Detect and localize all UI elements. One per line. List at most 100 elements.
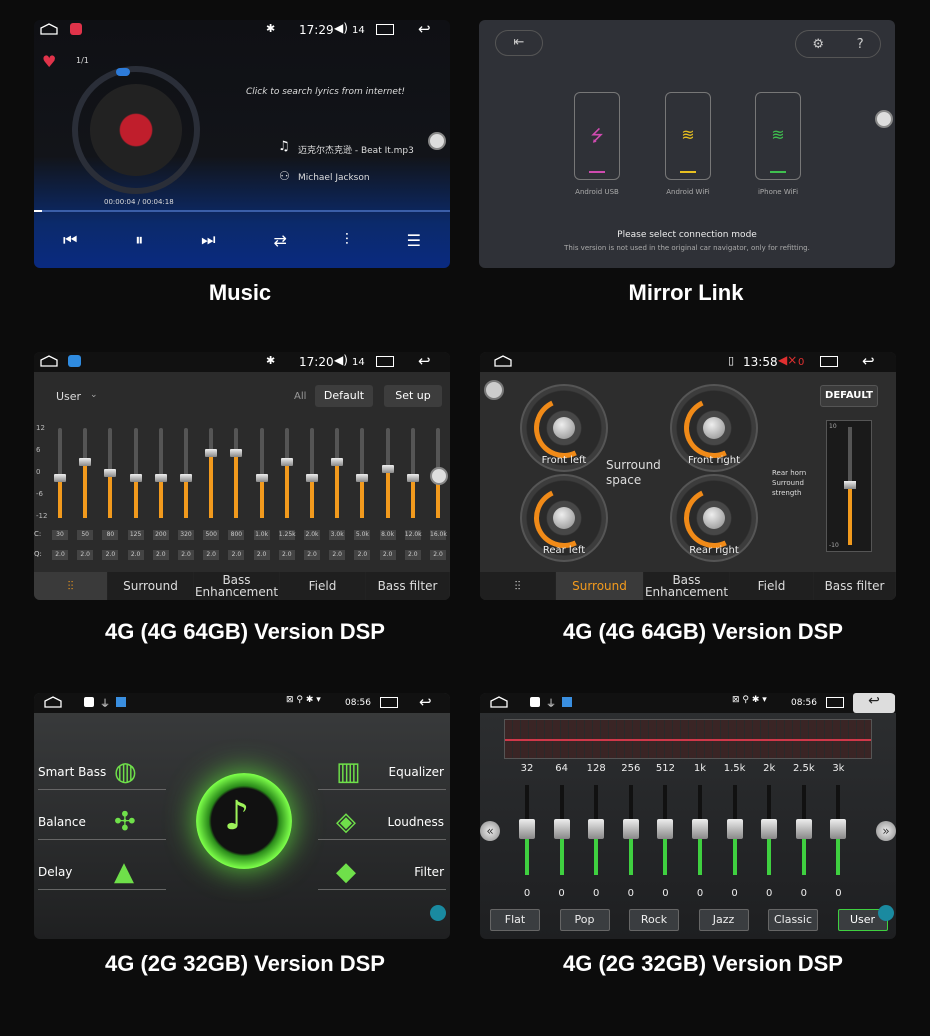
freq-cell[interactable]: 50 [77, 530, 94, 540]
tab-surround[interactable]: Surround [556, 572, 644, 600]
setup-button[interactable]: Set up [384, 385, 442, 407]
gauge-rear-left[interactable]: Rear left [520, 474, 608, 562]
dsp-app-icon[interactable] [68, 355, 81, 367]
menu-item-loudness[interactable]: Loudness [387, 815, 444, 829]
band-slider[interactable] [255, 428, 268, 518]
slider-knob[interactable] [795, 819, 812, 839]
slider-knob[interactable] [356, 473, 369, 482]
band-slider[interactable] [306, 428, 318, 518]
freq-cell[interactable]: 12.0k [404, 530, 422, 540]
tab-field[interactable]: Field [730, 572, 814, 600]
q-cell[interactable]: 2.0 [404, 550, 421, 560]
assistive-touch-button[interactable] [430, 467, 448, 485]
settings-icon[interactable]: ⚙ [812, 37, 824, 52]
playlist-icon[interactable]: ☰ [407, 231, 421, 250]
slider-knob[interactable] [830, 819, 847, 839]
tab-equalizer[interactable]: ⫶⫶ [34, 572, 108, 600]
freq-cell[interactable]: 2.0k [304, 530, 320, 540]
preset-pop[interactable]: Pop [559, 909, 610, 931]
freq-cell[interactable]: 500 [203, 530, 220, 540]
freq-cell[interactable]: 1.25k [278, 530, 296, 540]
home-icon[interactable] [40, 355, 58, 370]
gauge-rear-right[interactable]: Rear right [670, 474, 758, 562]
balance-icon[interactable]: ✣ [114, 807, 136, 837]
slider-knob[interactable] [306, 473, 318, 482]
slider-knob[interactable] [79, 458, 92, 467]
connection-option[interactable]: ≋ [665, 92, 711, 180]
tab-field[interactable]: Field [280, 572, 366, 600]
tab-equalizer[interactable]: ⫶⫶ [480, 572, 556, 600]
assistive-touch-button[interactable] [430, 905, 446, 921]
recent-apps-icon[interactable] [380, 697, 398, 708]
preset-rock[interactable]: Rock [629, 909, 679, 931]
scroll-right-icon[interactable]: » [876, 821, 896, 841]
band-slider[interactable] [104, 428, 117, 518]
tab-bass-enhancement[interactable]: Bass Enhancement [644, 572, 730, 600]
slider-knob[interactable] [588, 819, 605, 839]
equalizer-icon[interactable]: ▥ [336, 757, 361, 787]
freq-cell[interactable]: 200 [152, 530, 169, 540]
filter-icon[interactable]: ◆ [336, 857, 356, 887]
q-cell[interactable]: 2.0 [77, 550, 94, 560]
slider-knob[interactable] [381, 464, 394, 473]
default-button[interactable]: Default [315, 385, 373, 407]
recent-apps-icon[interactable] [376, 24, 394, 35]
q-cell[interactable]: 2.0 [152, 550, 169, 560]
assistive-touch-button[interactable] [878, 905, 894, 921]
q-cell[interactable]: 2.0 [278, 550, 295, 560]
q-cell[interactable]: 2.0 [329, 550, 346, 560]
slider-knob[interactable] [406, 473, 419, 482]
q-cell[interactable]: 2.0 [379, 550, 396, 560]
bass-icon[interactable]: ◍ [114, 757, 137, 787]
tab-surround[interactable]: Surround [108, 572, 194, 600]
slider-knob[interactable] [726, 819, 743, 839]
q-cell[interactable]: 2.0 [253, 550, 270, 560]
q-cell[interactable]: 2.0 [203, 550, 220, 560]
preset-jazz[interactable]: Jazz [698, 909, 749, 931]
band-slider[interactable] [381, 428, 394, 518]
recent-apps-icon[interactable] [826, 697, 844, 708]
rear-strength-slider[interactable]: 10 -10 [826, 420, 872, 552]
q-cell[interactable]: 2.0 [52, 550, 68, 560]
connection-option[interactable]: ⭍ [574, 92, 620, 180]
slider-knob[interactable] [657, 819, 674, 839]
back-icon[interactable]: ↩ [418, 20, 431, 38]
loudness-icon[interactable]: ◈ [336, 807, 356, 837]
q-cell[interactable]: 2.0 [304, 550, 320, 560]
next-icon[interactable]: ⏭ [201, 230, 215, 250]
band-slider[interactable] [230, 428, 243, 518]
freq-cell[interactable]: 125 [127, 530, 144, 540]
band-slider[interactable] [180, 428, 192, 518]
band-slider[interactable] [54, 428, 66, 518]
menu-item-filter[interactable]: Filter [414, 865, 444, 879]
band-slider[interactable] [154, 428, 167, 518]
chevron-down-icon[interactable]: ⌄ [90, 390, 98, 400]
previous-icon[interactable]: ⏮ [63, 230, 77, 250]
default-button[interactable]: DEFAULT [820, 385, 878, 407]
exit-button[interactable]: ⇤ [495, 30, 543, 56]
q-cell[interactable]: 2.0 [102, 550, 119, 560]
q-cell[interactable]: 2.0 [228, 550, 245, 560]
tab-bass-filter[interactable]: Bass filter [366, 572, 450, 600]
slider-knob[interactable] [154, 473, 167, 482]
preset-classic[interactable]: Classic [768, 909, 818, 931]
q-cell[interactable]: 2.0 [178, 550, 194, 560]
q-cell[interactable]: 2.0 [354, 550, 371, 560]
all-label[interactable]: All [294, 391, 306, 402]
assistive-touch-button[interactable] [484, 380, 504, 400]
preset-select[interactable]: User [56, 390, 81, 403]
favorite-heart-icon[interactable]: ♥ [42, 52, 56, 71]
freq-cell[interactable]: 80 [102, 530, 119, 540]
lyrics-prompt[interactable]: Click to search lyrics from internet! [246, 87, 405, 97]
slider-knob[interactable] [230, 449, 243, 458]
assistive-touch-button[interactable] [875, 110, 893, 128]
progress-track[interactable] [34, 210, 450, 212]
back-icon[interactable]: ↩ [419, 693, 432, 711]
band-slider[interactable] [205, 428, 218, 518]
q-cell[interactable]: 2.0 [430, 550, 446, 560]
slider-knob[interactable] [180, 473, 192, 482]
pause-icon[interactable]: ⏸ [135, 230, 143, 250]
menu-item-delay[interactable]: Delay [38, 865, 72, 879]
freq-cell[interactable]: 5.0k [354, 530, 371, 540]
back-icon[interactable]: ↩ [862, 352, 875, 370]
